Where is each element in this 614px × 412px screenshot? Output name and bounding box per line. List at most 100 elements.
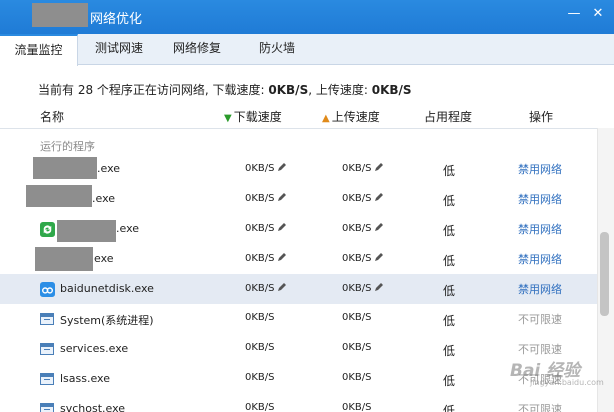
tab-bar: 流量监控 测试网速 网络修复 防火墙: [0, 34, 614, 66]
table-row-selected[interactable]: baidunetdisk.exe 0KB/S 0KB/S 低 禁用网络: [0, 274, 597, 304]
redacted-process-name: [57, 220, 116, 242]
system-window-icon: [40, 343, 54, 355]
process-name: svchost.exe: [60, 402, 126, 412]
tab-firewall[interactable]: 防火墙: [240, 34, 314, 65]
download-speed[interactable]: 0KB/S: [245, 252, 287, 264]
download-speed[interactable]: 0KB/S: [245, 282, 287, 294]
arrow-up-icon: ▲: [322, 113, 330, 124]
usage-level: 低: [443, 164, 456, 178]
scrollbar-thumb[interactable]: [600, 232, 609, 316]
tab-speed-test[interactable]: 测试网速: [82, 34, 156, 65]
usage-level: 低: [443, 284, 456, 298]
title-bar: 网络优化 — ✕: [0, 0, 614, 34]
table-row[interactable]: .exe 0KB/S 0KB/S 低 禁用网络: [0, 214, 597, 244]
usage-level: 低: [443, 404, 456, 412]
pencil-icon[interactable]: [374, 222, 384, 232]
col-header-name: 名称: [40, 110, 65, 124]
redacted-app-icon: [33, 157, 97, 179]
window-title: 网络优化: [90, 12, 143, 27]
cannot-limit-label: 不可限速: [518, 313, 562, 326]
usage-level: 低: [443, 314, 456, 328]
col-header-level: 占用程度: [424, 110, 473, 124]
group-label-running: 运行的程序: [40, 140, 95, 153]
minimize-button[interactable]: —: [566, 6, 582, 22]
col-header-download-label: 下载速度: [233, 110, 282, 124]
process-name: .exe: [97, 162, 121, 175]
table-row[interactable]: svchost.exe 0KB/S 0KB/S 低 不可限速: [0, 394, 597, 412]
tab-network-repair[interactable]: 网络修复: [160, 34, 234, 65]
upload-speed[interactable]: 0KB/S: [342, 222, 384, 234]
summary-mid: , 上传速度:: [308, 83, 372, 97]
download-speed: 0KB/S: [245, 372, 275, 383]
upload-speed-value: 0KB/S: [342, 253, 372, 264]
pencil-icon[interactable]: [374, 192, 384, 202]
tab-traffic-monitor[interactable]: 流量监控: [0, 34, 78, 66]
upload-speed[interactable]: 0KB/S: [342, 162, 384, 174]
usage-level: 低: [443, 194, 456, 208]
upload-speed[interactable]: 0KB/S: [342, 252, 384, 264]
table-row[interactable]: .exe 0KB/S 0KB/S 低 禁用网络: [0, 184, 597, 214]
disable-network-link[interactable]: 禁用网络: [518, 161, 562, 177]
process-name: System(系统进程): [60, 314, 154, 327]
upload-speed[interactable]: 0KB/S: [342, 282, 384, 294]
download-speed-value: 0KB/S: [245, 223, 275, 234]
usage-level: 低: [443, 374, 456, 388]
process-name: baidunetdisk.exe: [60, 282, 154, 295]
col-header-upload-label: 上传速度: [331, 110, 380, 124]
pencil-icon[interactable]: [374, 252, 384, 262]
table-row[interactable]: System(系统进程) 0KB/S 0KB/S 低 不可限速: [0, 304, 597, 334]
disable-network-link[interactable]: 禁用网络: [518, 221, 562, 237]
usage-level: 低: [443, 344, 456, 358]
usage-level: 低: [443, 254, 456, 268]
upload-speed: 0KB/S: [342, 372, 372, 383]
download-speed: 0KB/S: [245, 342, 275, 353]
process-name: services.exe: [60, 342, 129, 355]
summary-download-speed: 0KB/S: [268, 83, 309, 97]
disable-network-link[interactable]: 禁用网络: [518, 251, 562, 267]
col-header-download[interactable]: ▼ 下载速度: [224, 108, 282, 125]
pencil-icon[interactable]: [277, 222, 287, 232]
arrow-down-icon: ▼: [224, 113, 232, 124]
pencil-icon[interactable]: [277, 192, 287, 202]
download-speed-value: 0KB/S: [245, 193, 275, 204]
disable-network-link[interactable]: 禁用网络: [518, 191, 562, 207]
pencil-icon[interactable]: [374, 282, 384, 292]
table-row[interactable]: lsass.exe 0KB/S 0KB/S 低 不可限速: [0, 364, 597, 394]
process-name: exe: [94, 252, 114, 265]
process-name: .exe: [116, 222, 140, 235]
upload-speed[interactable]: 0KB/S: [342, 192, 384, 204]
network-summary: 当前有 28 个程序正在访问网络, 下载速度: 0KB/S, 上传速度: 0KB…: [38, 81, 412, 98]
upload-speed-value: 0KB/S: [342, 163, 372, 174]
download-speed-value: 0KB/S: [245, 253, 275, 264]
col-header-upload[interactable]: ▲ 上传速度: [322, 108, 380, 125]
summary-upload-speed: 0KB/S: [371, 83, 412, 97]
pencil-icon[interactable]: [277, 162, 287, 172]
redacted-app-icon: [35, 247, 93, 271]
usage-level: 低: [443, 224, 456, 238]
baidu-watermark-url: jingyan.baidu.com: [530, 378, 604, 387]
upload-speed: 0KB/S: [342, 402, 372, 412]
pencil-icon[interactable]: [277, 252, 287, 262]
system-window-icon: [40, 313, 54, 325]
upload-speed-value: 0KB/S: [342, 193, 372, 204]
upload-speed-value: 0KB/S: [342, 223, 372, 234]
download-speed[interactable]: 0KB/S: [245, 192, 287, 204]
download-speed[interactable]: 0KB/S: [245, 222, 287, 234]
download-speed[interactable]: 0KB/S: [245, 162, 287, 174]
close-button[interactable]: ✕: [590, 6, 606, 22]
process-name: .exe: [92, 192, 116, 205]
table-row[interactable]: .exe 0KB/S 0KB/S 低 禁用网络: [0, 154, 597, 184]
upload-speed: 0KB/S: [342, 342, 372, 353]
table-row[interactable]: services.exe 0KB/S 0KB/S 低 不可限速: [0, 334, 597, 364]
process-name: lsass.exe: [60, 372, 110, 385]
system-window-icon: [40, 373, 54, 385]
pencil-icon[interactable]: [277, 282, 287, 292]
system-window-icon: [40, 403, 54, 412]
download-speed: 0KB/S: [245, 312, 275, 323]
pencil-icon[interactable]: [374, 162, 384, 172]
col-header-action: 操作: [529, 110, 554, 124]
disable-network-link[interactable]: 禁用网络: [518, 281, 562, 297]
upload-speed-value: 0KB/S: [342, 283, 372, 294]
table-row[interactable]: exe 0KB/S 0KB/S 低 禁用网络: [0, 244, 597, 274]
header-divider: [0, 128, 597, 129]
